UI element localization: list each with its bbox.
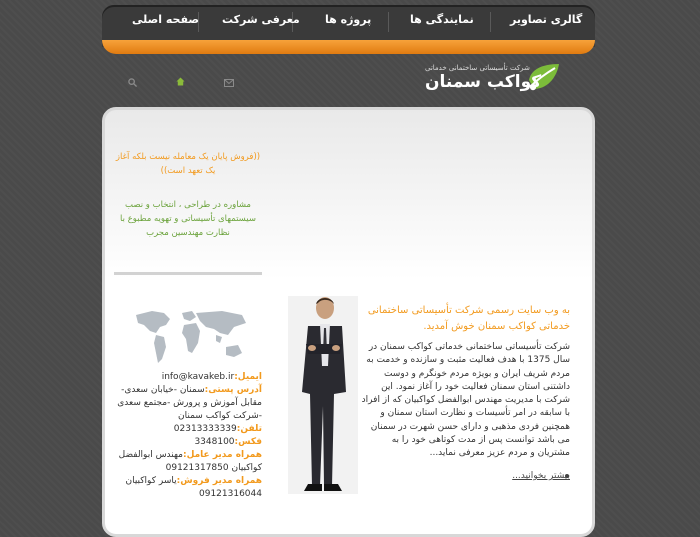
mail-icon[interactable] <box>224 79 234 90</box>
contact-info: ایمیل:info@kavakeb.ir آدرس پستی:سمنان -خ… <box>114 371 262 501</box>
sales-label: همراه مدیر فروش: <box>176 476 262 486</box>
ceo-label: همراه مدیر عامل: <box>182 450 262 460</box>
world-map-icon <box>130 307 252 367</box>
phone-value: 02313333339 <box>173 424 237 434</box>
contact-phone: تلفن:02313333339 <box>114 423 262 436</box>
email-value[interactable]: info@kavakeb.ir <box>162 372 235 382</box>
logo-title[interactable]: کواکب سمنان <box>425 72 541 92</box>
nav-orange-strip <box>102 40 595 54</box>
sidebar-consult-text: مشاوره در طراحی ، انتخاب و نصب سیستمهای … <box>120 200 256 238</box>
nav-item-projects[interactable]: پروژه ها <box>325 13 371 26</box>
email-label: ایمیل: <box>234 372 262 382</box>
read-more-link[interactable]: بیشتر بخوانید... <box>498 471 570 481</box>
company-intro-text: شرکت تأسیساتی ساختمانی خدماتی کواکب سمنا… <box>361 342 570 459</box>
sidebar-divider <box>114 272 262 275</box>
nav-item-home[interactable]: صفحه اصلی <box>132 13 199 26</box>
nav-divider <box>388 12 389 32</box>
nav-item-agencies[interactable]: نمایندگی ها <box>410 13 474 26</box>
fax-value: 3348100 <box>194 437 235 447</box>
logo-subtitle: شرکت تأسیساتی ساختمانی خدماتی <box>425 64 530 72</box>
sidebar-quote: ((فروش پایان یک معامله نیست بلکه آغاز یک… <box>115 152 261 176</box>
search-icon[interactable] <box>128 78 138 90</box>
address-label: آدرس پستی: <box>204 385 262 395</box>
welcome-heading: به وب سایت رسمی شرکت تأسیساتی ساختمانی خ… <box>367 305 570 332</box>
contact-email: ایمیل:info@kavakeb.ir <box>114 371 262 384</box>
nav-item-about[interactable]: معرفی شرکت <box>222 13 300 26</box>
contact-fax: فکس:3348100 <box>114 436 262 449</box>
businessman-image <box>288 296 358 494</box>
contact-address: آدرس پستی:سمنان -خیابان سعدی-مقابل آموزش… <box>114 384 262 423</box>
contact-ceo: همراه مدیر عامل:مهندس ابوالفضل کواکبیان … <box>114 449 262 475</box>
home-icon[interactable] <box>176 77 185 89</box>
nav-item-gallery[interactable]: گالری تصاویر <box>510 13 582 26</box>
contact-sales: همراه مدیر فروش:یاسر کواکبیان 0912131604… <box>114 475 262 501</box>
nav-divider <box>490 12 491 32</box>
fax-label: فکس: <box>234 437 262 447</box>
phone-label: تلفن: <box>236 424 262 434</box>
